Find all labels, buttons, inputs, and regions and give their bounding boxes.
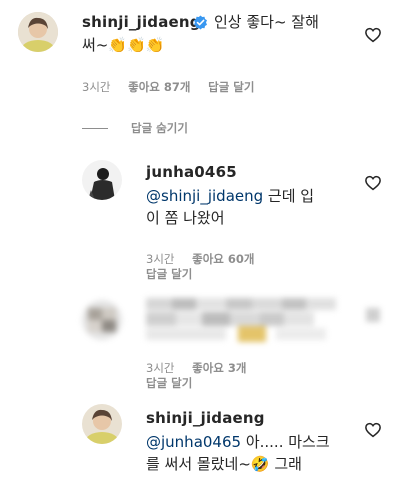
reply-text-line1: 아..... 마스크 [241,433,330,451]
reply-text-line2: 를 써서 몰랐네~ [146,455,251,473]
clap-emoji-3: 👏 [145,36,165,54]
comment-text-line1: 인상 좋다~ 잘해 [214,13,319,31]
comment-reply-button[interactable]: 답글 달기 [208,80,254,94]
rofl-emoji: 🤣 [250,455,270,473]
reply-text-line2-wrap: 를 써서 몰랐네~🤣 그래 [146,453,302,475]
reply-mention[interactable]: @shinji_jidaeng [146,187,263,205]
avatar-junha0465[interactable] [82,160,122,200]
reply-meta: 3시간 좋아요 60개 [146,251,254,267]
comment-time: 3시간 [82,80,111,94]
reply-reply-wrap: 답글 달기 [146,266,192,282]
reply-reply-button[interactable]: 답글 달기 [146,376,192,390]
reply-username[interactable]: junha0465 [146,163,237,181]
blurred-heart[interactable] [366,308,380,322]
blurred-comment [146,298,336,342]
comment-text: 인상 좋다~ 잘해 [214,11,319,33]
reply-text-line1: 근데 입 [263,187,315,205]
avatar-shinji-jidaeng[interactable] [18,12,58,52]
hide-replies-label: 답글 숨기기 [131,121,188,135]
avatar-photo [18,12,58,52]
reply-text-line2: 이 쫌 나왔어 [146,209,225,227]
reply-text: @junha0465 아..... 마스크 [146,431,330,453]
hide-replies-button[interactable]: 답글 숨기기 [131,120,188,136]
hide-replies-line [82,128,108,129]
comment-text-line2-wrap: 써~👏👏👏 [82,34,164,56]
reply-text-tail: 그래 [269,455,302,473]
blurred-avatar-photo [82,300,122,340]
avatar-photo [82,160,122,200]
reply-reply-wrap: 답글 달기 [146,375,192,391]
clap-emoji-2: 👏 [127,36,146,54]
reply-text-line2-wrap: 이 쫌 나왔어 [146,207,225,229]
avatar-shinji-jidaeng[interactable] [82,404,122,444]
comment-text-line2: 써~ [82,36,109,54]
reply-likes[interactable]: 좋아요 60개 [192,252,254,266]
reply-time: 3시간 [146,361,175,375]
reply-meta: 3시간 좋아요 3개 [146,360,246,376]
heart-outline-icon[interactable] [364,26,382,44]
reply-text: @shinji_jidaeng 근데 입 [146,185,314,207]
avatar-photo [82,404,122,444]
comment-meta: 3시간 좋아요 87개 답글 달기 [82,79,254,95]
heart-outline-icon[interactable] [364,421,382,439]
avatar-blurred[interactable] [82,300,122,340]
reply-username[interactable]: shinji_jidaeng [146,409,265,427]
clap-emoji-1: 👏 [108,36,128,54]
verified-badge-icon [194,15,207,30]
reply-time: 3시간 [146,252,175,266]
reply-reply-button[interactable]: 답글 달기 [146,267,192,281]
reply-mention[interactable]: @junha0465 [146,433,241,451]
comment-likes[interactable]: 좋아요 87개 [128,80,190,94]
heart-outline-icon[interactable] [364,174,382,192]
comment-username[interactable]: shinji_jidaeng [82,13,201,31]
reply-likes[interactable]: 좋아요 3개 [192,361,246,375]
